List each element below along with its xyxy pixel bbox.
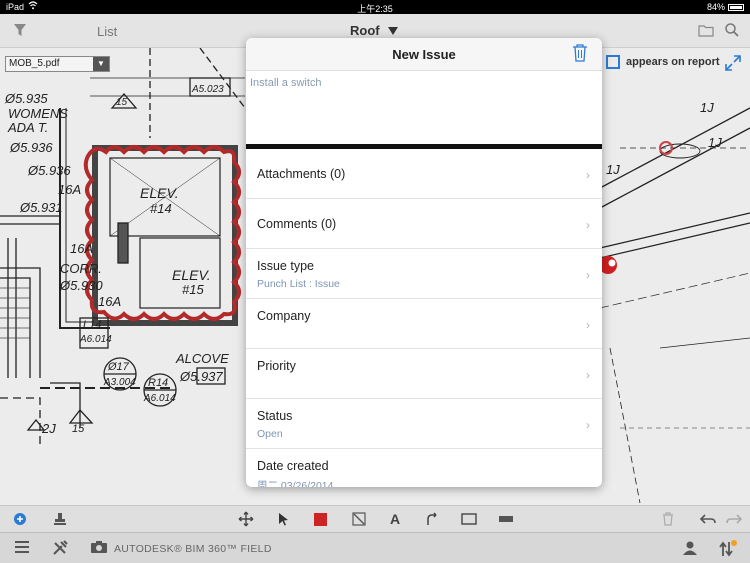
caret-down-icon [387,26,398,35]
row-label: Date created [257,459,329,473]
list-tab[interactable]: List [97,24,117,39]
comments-row[interactable]: Comments (0) › [246,199,602,249]
row-label: Attachments (0) [257,167,346,181]
tools-icon[interactable] [52,540,68,561]
drawing-label: A6.014 [143,393,176,404]
text-tool-icon[interactable]: A [388,511,404,527]
row-label: Company [257,309,311,323]
delete-icon[interactable] [660,511,676,527]
drawing-label: ALCOVE [175,351,229,366]
drawing-label: 1J [708,135,722,150]
add-icon[interactable] [12,511,28,527]
drawing-label: WOMENS [8,106,68,121]
row-value: Punch List : Issue [257,278,340,290]
drawing-label: 16A [70,241,93,256]
attachments-row[interactable]: Attachments (0) › [246,149,602,199]
appears-on-report-toggle[interactable]: appears on report [606,55,720,69]
drawing-label: 16A [98,294,121,309]
filter-icon[interactable] [14,24,26,42]
row-value: 周二 03/26/2014 [257,480,334,487]
date-created-row[interactable]: Date created 周二 03/26/2014 [246,449,602,487]
battery-icon [728,3,744,11]
row-label: Priority [257,359,296,373]
row-label: Comments (0) [257,217,337,231]
drawing-label: 15 [72,423,85,435]
dropdown-arrow-icon: ▼ [93,57,109,71]
rectangle-tool-icon[interactable] [461,511,477,527]
svg-text:A: A [390,512,400,526]
line-weight-icon[interactable] [351,511,367,527]
trash-icon[interactable] [572,44,588,67]
row-label: Issue type [257,259,314,273]
popover-header: New Issue [246,38,602,71]
drawing-label: 1J [606,162,620,177]
color-swatch-icon[interactable] [312,511,328,527]
drawing-label: R14 [148,377,168,389]
freehand-icon[interactable] [424,511,440,527]
move-icon[interactable] [238,511,254,527]
redo-icon[interactable] [726,511,742,527]
drawing-label: A5.023 [191,84,224,95]
drawing-label: L14 [83,319,101,331]
file-select[interactable]: MOB_5.pdf ▼ [5,56,110,72]
drawing-label: #14 [150,201,172,216]
company-row[interactable]: Company › [246,299,602,349]
drawing-label: 15 [116,97,128,108]
drawing-label: Ø17 [107,361,130,373]
chevron-right-icon: › [586,218,590,232]
undo-icon[interactable] [700,511,716,527]
drawing-label: ELEV. [140,185,179,201]
chevron-right-icon: › [586,168,590,182]
drawing-label: A6.014 [79,334,112,345]
status-row[interactable]: Status Open › [246,399,602,449]
appears-on-report-label: appears on report [626,56,720,68]
sheet-title[interactable]: Roof [350,23,398,38]
search-icon[interactable] [724,22,740,43]
drawing-label: Ø5.936 [27,163,71,178]
stamp-icon[interactable] [52,511,68,527]
measure-icon[interactable] [498,511,514,527]
pointer-icon[interactable] [276,511,292,527]
drawing-label: ELEV. [172,267,211,283]
expand-icon[interactable] [724,54,742,77]
drawing-label: Ø5.936 [9,140,53,155]
drawing-label: 1J [700,100,714,115]
new-issue-popover: New Issue Install a switch Attachments (… [246,38,602,487]
drawing-label: Ø5.931 [19,200,63,215]
drawing-label: Ø5.930 [59,278,103,293]
drawing-label: A3.004 [103,377,136,388]
chevron-right-icon: › [586,418,590,432]
file-select-value: MOB_5.pdf [9,58,60,69]
popover-title: New Issue [392,47,456,62]
markup-toolbar: A [0,505,750,532]
chevron-right-icon: › [586,268,590,282]
brand-logo: AUTODESK® BIM 360™ FIELD [114,543,272,555]
row-value: Open [257,428,283,440]
priority-row[interactable]: Priority › [246,349,602,399]
user-icon[interactable] [682,540,698,561]
drawing-label: 16A [58,182,81,197]
battery-percent: 84% [706,2,725,12]
status-bar: iPad 上午2:35 84% [0,0,750,14]
drawing-label: CORR. [60,261,102,276]
drawing-label: 2J [41,421,56,436]
chevron-right-icon: › [586,368,590,382]
drawing-label: ADA T. [7,120,48,135]
folder-icon[interactable] [698,24,714,42]
camera-icon[interactable] [90,540,108,559]
menu-icon[interactable] [14,540,30,559]
issue-type-row[interactable]: Issue type Punch List : Issue › [246,249,602,299]
chevron-right-icon: › [586,318,590,332]
row-label: Status [257,409,293,423]
drawing-label: Ø5.935 [4,91,48,106]
bottom-bar: AUTODESK® BIM 360™ FIELD [0,532,750,563]
drawing-label: #15 [182,282,204,297]
description-field[interactable]: Install a switch [246,71,602,149]
checkbox-icon[interactable] [606,55,620,69]
sync-icon[interactable] [718,540,738,563]
sheet-title-label: Roof [350,23,380,38]
drawing-label: Ø5.937 [179,369,223,384]
